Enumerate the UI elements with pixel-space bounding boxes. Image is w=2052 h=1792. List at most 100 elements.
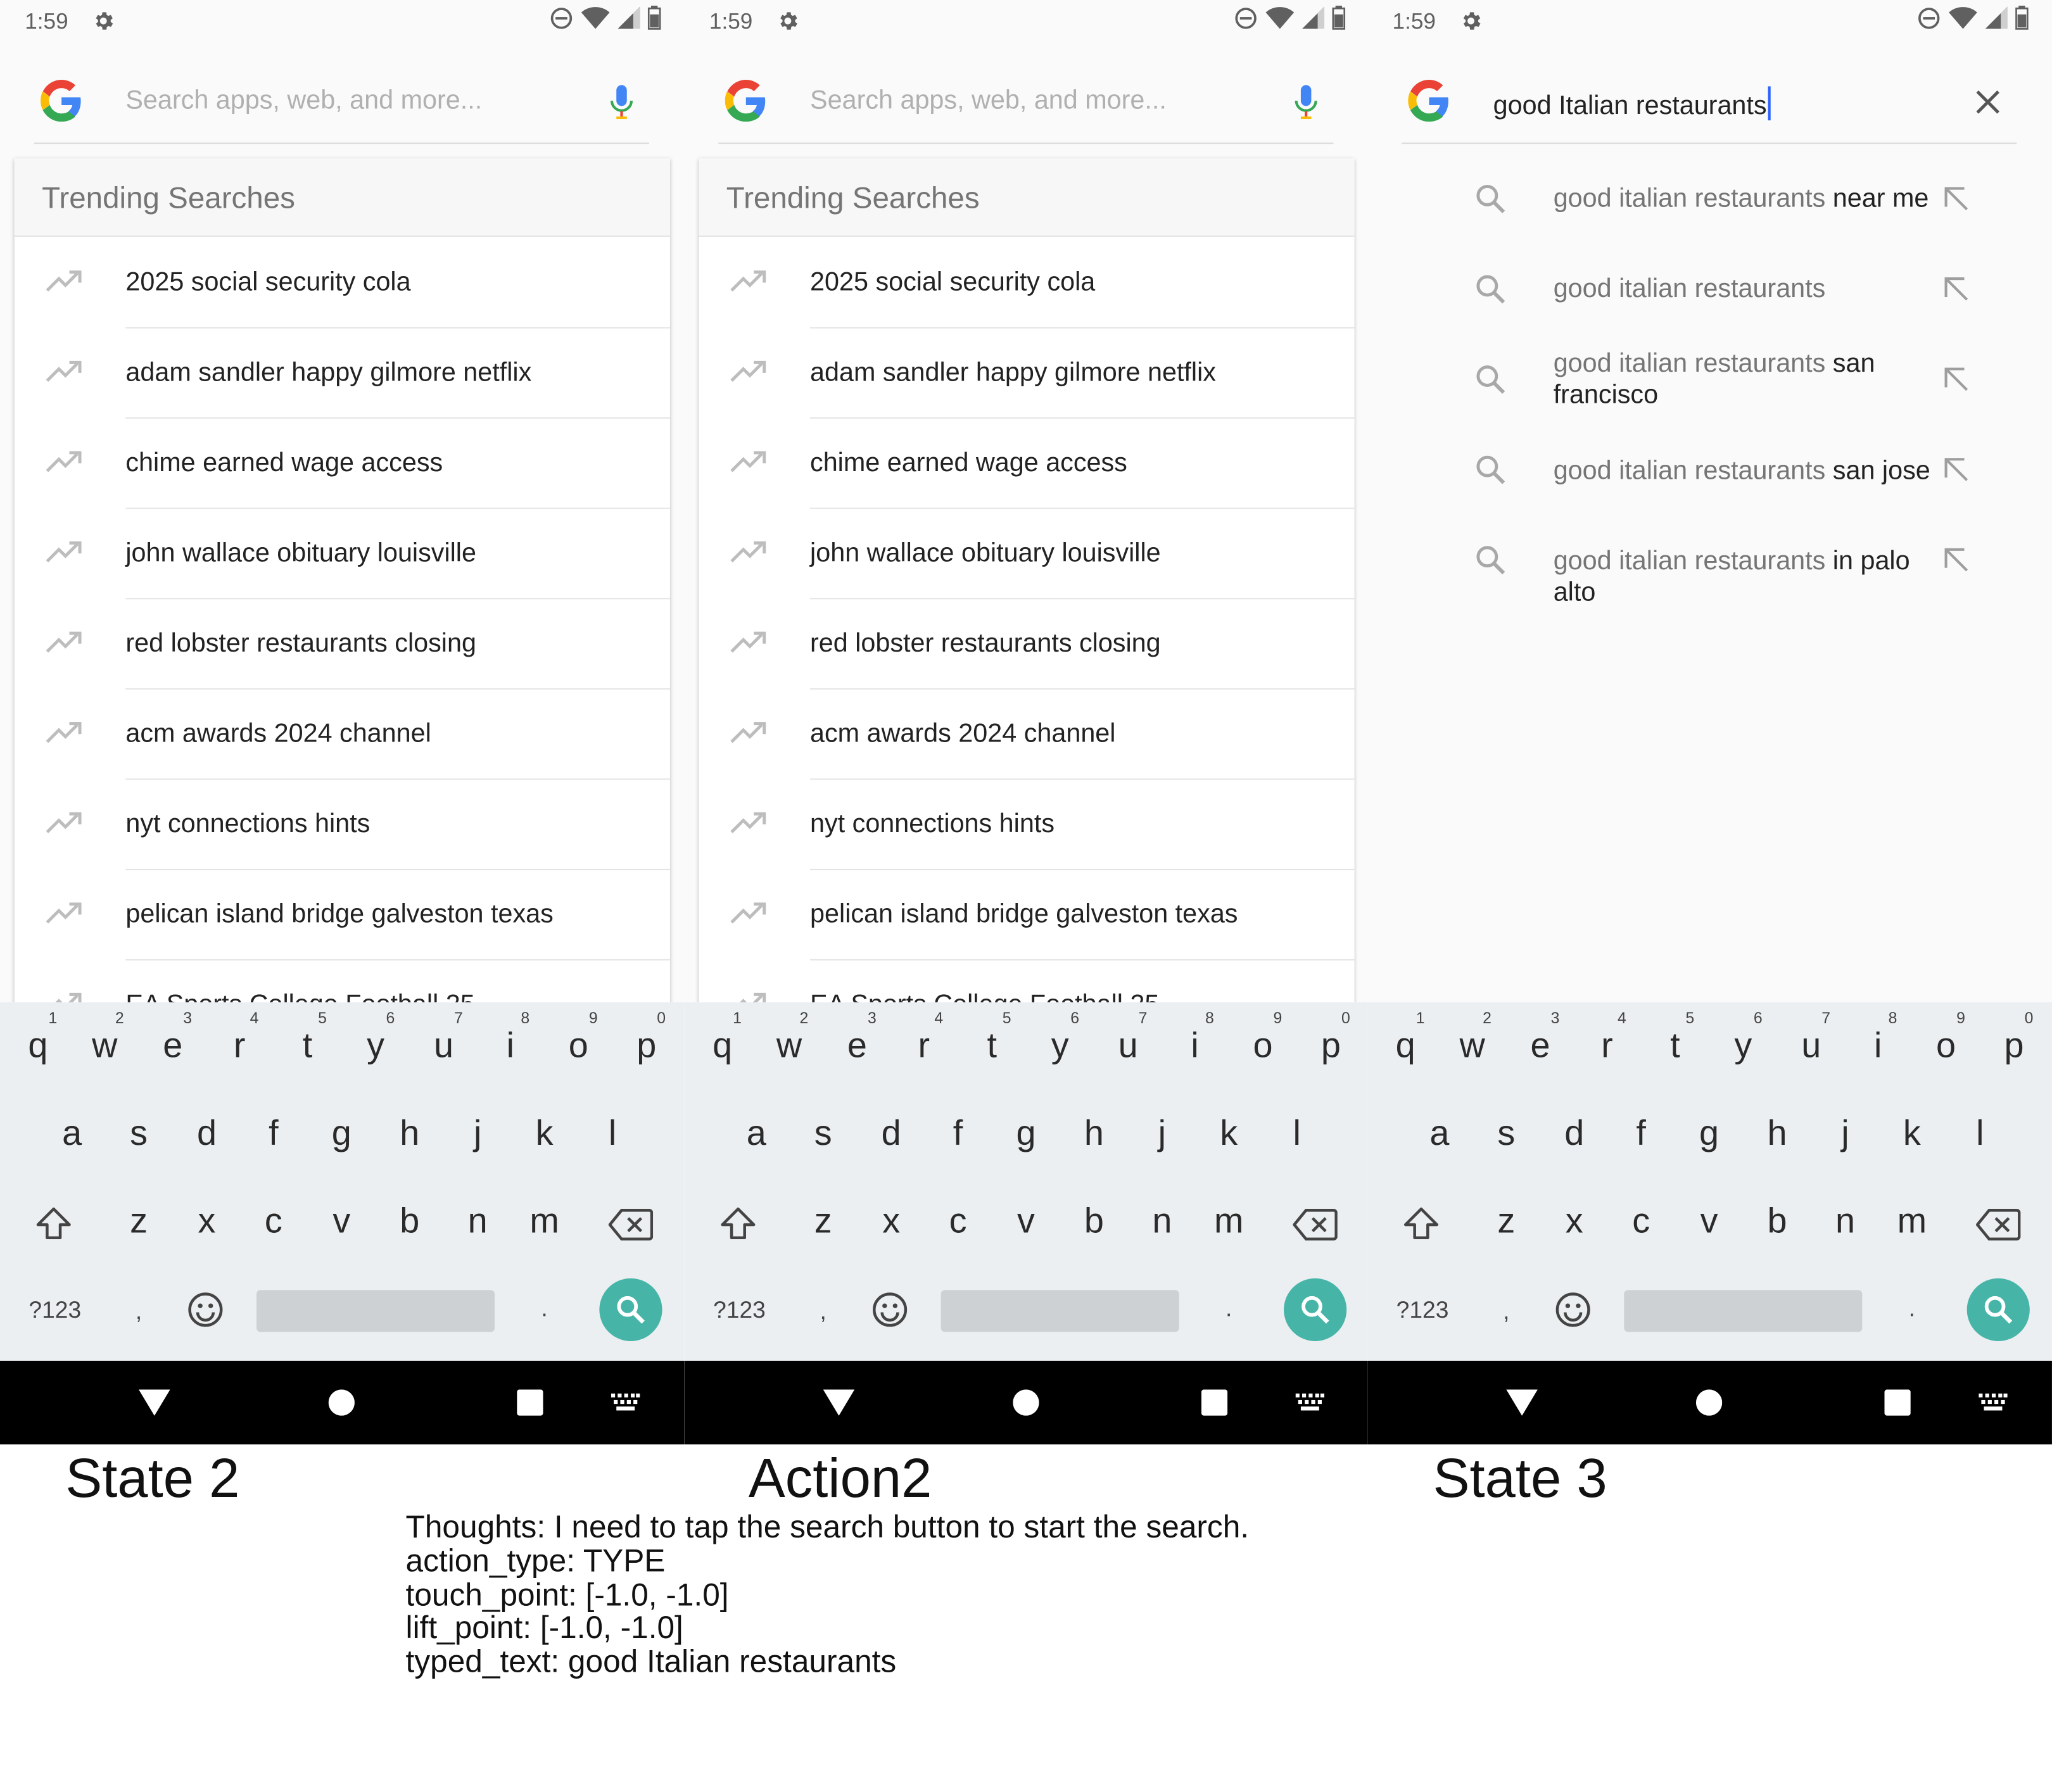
key[interactable]: e3 (831, 1009, 884, 1066)
keyboard-icon[interactable] (611, 1393, 640, 1418)
back-icon[interactable] (1506, 1389, 1538, 1422)
emoji-key[interactable] (179, 1291, 232, 1337)
comma-key[interactable]: , (797, 1298, 849, 1325)
trending-item[interactable]: red lobster restaurants closing (699, 599, 1355, 690)
trending-item[interactable]: nyt connections hints (699, 780, 1355, 871)
key[interactable]: r4 (897, 1009, 950, 1066)
emoji-key[interactable] (1547, 1291, 1599, 1337)
key[interactable]: w2 (763, 1009, 816, 1066)
trending-item[interactable]: acm awards 2024 channel (15, 690, 670, 780)
search-input[interactable]: good Italian restaurants (1493, 86, 1771, 122)
key[interactable]: k (1886, 1113, 1939, 1154)
key[interactable]: f (248, 1113, 300, 1154)
suggestion-item[interactable]: good italian restaurants san francisco (1367, 335, 2052, 426)
key[interactable]: f (932, 1113, 984, 1154)
trending-item[interactable]: chime earned wage access (699, 419, 1355, 509)
symbols-key[interactable]: ?123 (1386, 1297, 1459, 1324)
trending-item[interactable]: chime earned wage access (15, 419, 670, 509)
search-input[interactable]: Search apps, web, and more... (125, 86, 482, 117)
key[interactable]: z (113, 1201, 165, 1242)
key[interactable]: v (1000, 1201, 1053, 1242)
key[interactable]: z (797, 1201, 849, 1242)
key[interactable]: e3 (146, 1009, 199, 1066)
key[interactable]: l (1270, 1113, 1323, 1154)
shift-key[interactable] (712, 1205, 764, 1253)
trending-item[interactable]: john wallace obituary louisville (15, 509, 670, 600)
key[interactable]: b (383, 1201, 436, 1242)
shift-key[interactable] (27, 1205, 80, 1253)
key[interactable]: h (1068, 1113, 1120, 1154)
trending-item[interactable]: nyt connections hints (15, 780, 670, 871)
key[interactable]: y6 (1717, 1009, 1770, 1066)
key[interactable]: g (1683, 1113, 1735, 1154)
key[interactable]: e3 (1514, 1009, 1567, 1066)
key[interactable]: d (1548, 1113, 1600, 1154)
suggestion-item[interactable]: good italian restaurants in palo alto (1367, 515, 2052, 607)
symbols-key[interactable]: ?123 (703, 1297, 776, 1324)
key[interactable]: j (452, 1113, 504, 1154)
key[interactable]: l (1954, 1113, 2006, 1154)
search-action-key[interactable] (1284, 1278, 1347, 1341)
key[interactable]: j (1819, 1113, 1872, 1154)
fill-arrow-icon[interactable] (1941, 363, 1969, 392)
trending-item[interactable]: john wallace obituary louisville (699, 509, 1355, 600)
key[interactable]: n (452, 1201, 504, 1242)
backspace-key[interactable] (1970, 1208, 2027, 1251)
mic-icon[interactable] (607, 84, 636, 123)
key[interactable]: c (932, 1201, 984, 1242)
key[interactable]: y6 (1034, 1009, 1086, 1066)
suggestion-item[interactable]: good italian restaurants san jose (1367, 426, 2052, 516)
key[interactable]: t5 (1649, 1009, 1702, 1066)
period-key[interactable]: . (1203, 1296, 1255, 1323)
trending-item[interactable]: 2025 social security cola (15, 238, 670, 329)
key[interactable]: k (518, 1113, 571, 1154)
trending-item[interactable]: red lobster restaurants closing (15, 599, 670, 690)
backspace-key[interactable] (1286, 1208, 1344, 1251)
trending-item[interactable]: acm awards 2024 channel (699, 690, 1355, 780)
key[interactable]: p0 (1988, 1009, 2041, 1066)
key[interactable]: a (1414, 1113, 1466, 1154)
key[interactable]: o9 (1920, 1009, 1972, 1066)
key[interactable]: z (1480, 1201, 1533, 1242)
key[interactable]: t5 (966, 1009, 1018, 1066)
key[interactable]: m (1886, 1201, 1939, 1242)
recents-icon[interactable] (1201, 1389, 1228, 1422)
trending-item[interactable]: pelican island bridge galveston texas (15, 870, 670, 961)
key[interactable]: u7 (1102, 1009, 1155, 1066)
key[interactable]: s (1480, 1113, 1533, 1154)
key[interactable]: v (1683, 1201, 1735, 1242)
key[interactable]: q1 (1379, 1009, 1432, 1066)
spacebar[interactable] (940, 1290, 1179, 1332)
key[interactable]: i8 (1168, 1009, 1221, 1066)
key[interactable]: m (1203, 1201, 1255, 1242)
search-action-key[interactable] (1966, 1278, 2030, 1341)
key[interactable]: g (1000, 1113, 1053, 1154)
fill-arrow-icon[interactable] (1941, 545, 1969, 573)
suggestion-item[interactable]: good italian restaurants (1367, 244, 2052, 335)
key[interactable]: r4 (1581, 1009, 1633, 1066)
key[interactable]: w2 (79, 1009, 131, 1066)
clear-icon[interactable] (1973, 87, 2002, 116)
trending-item[interactable]: pelican island bridge galveston texas (699, 870, 1355, 961)
key[interactable]: t5 (281, 1009, 334, 1066)
key[interactable]: n (1819, 1201, 1872, 1242)
search-bar[interactable]: good Italian restaurants (1402, 65, 2017, 144)
key[interactable]: i8 (1852, 1009, 1904, 1066)
key[interactable]: a (730, 1113, 783, 1154)
key[interactable]: x (865, 1201, 918, 1242)
key[interactable]: a (46, 1113, 98, 1154)
key[interactable]: b (1068, 1201, 1120, 1242)
home-icon[interactable] (1695, 1389, 1723, 1422)
key[interactable]: r4 (213, 1009, 266, 1066)
key[interactable]: d (865, 1113, 918, 1154)
home-icon[interactable] (328, 1389, 355, 1422)
key[interactable]: n (1136, 1201, 1189, 1242)
recents-icon[interactable] (517, 1389, 543, 1422)
spacebar[interactable] (256, 1290, 495, 1332)
recents-icon[interactable] (1884, 1389, 1911, 1422)
key[interactable]: b (1751, 1201, 1804, 1242)
comma-key[interactable]: , (1480, 1298, 1533, 1325)
key[interactable]: q1 (696, 1009, 749, 1066)
key[interactable]: k (1203, 1113, 1255, 1154)
key[interactable]: o9 (552, 1009, 605, 1066)
